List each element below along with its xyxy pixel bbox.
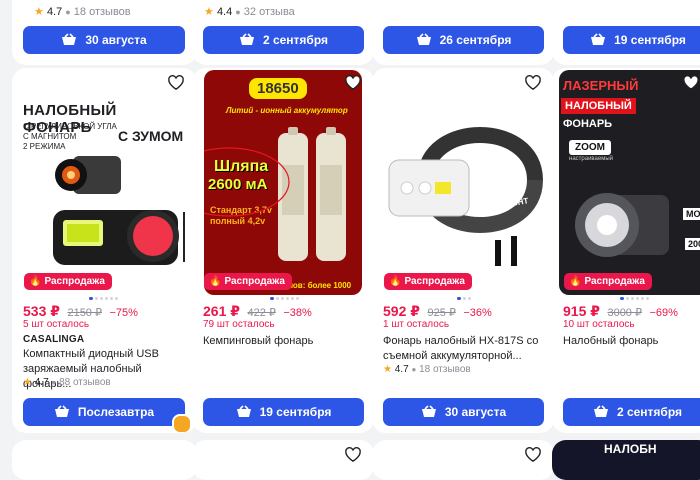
sale-badge: 🔥 Распродажа <box>384 273 472 290</box>
product-card[interactable]: НАЛОБНЫЙ ФОНАРЬ С РЕГУЛИРОВКОЙ УГЛА С МА… <box>12 68 197 433</box>
sale-badge: 🔥 Распродажа <box>24 273 112 290</box>
image-zoom-label: ZOOM <box>569 140 611 155</box>
product-card[interactable]: ★ 4.4 ● 32 отзыва 2 сентября <box>192 0 374 65</box>
stock-left: 5 шт осталось <box>23 319 90 330</box>
fire-icon: 🔥 <box>29 276 42 287</box>
product-card[interactable] <box>372 440 554 480</box>
favorite-heart-icon[interactable] <box>682 74 700 90</box>
rating-row: ★ 4.7 ● 18 отзывов <box>383 364 471 375</box>
cart-icon <box>421 405 436 417</box>
fire-icon: 🔥 <box>569 276 582 287</box>
image-subline: С РЕГУЛИРОВКОЙ УГЛА <box>23 122 117 131</box>
star-icon: ★ <box>383 364 392 375</box>
comment-icon: ● <box>65 7 71 17</box>
cart-icon <box>239 33 254 45</box>
stock-left: 1 шт осталось <box>383 319 450 330</box>
product-card[interactable]: 19 сентября <box>552 0 700 65</box>
product-image[interactable]: ЛАЗЕРНЫЙ НАЛОБНЫЙ ФОНАРЬ ZOOM настраивае… <box>559 70 700 295</box>
image-headline-3: ФОНАРЬ <box>563 118 613 130</box>
cart-icon <box>236 405 251 417</box>
product-card[interactable] <box>192 440 374 480</box>
star-icon: ★ <box>23 377 32 388</box>
delivery-button[interactable]: Послезавтра <box>23 398 185 426</box>
assistant-badge-icon[interactable] <box>172 414 192 433</box>
delivery-button[interactable]: 19 сентября <box>563 26 700 54</box>
product-card[interactable]: 18650 Литий - ионный аккумулятор Шляпа 2… <box>192 68 374 433</box>
image-zoom-sub: настраиваемый <box>569 156 614 162</box>
image-arc-label: Литий - ионный аккумулятор <box>226 106 348 115</box>
stock-left: 79 шт осталось <box>203 319 275 330</box>
favorite-heart-icon[interactable] <box>344 74 362 90</box>
cart-icon <box>54 405 69 417</box>
image-pager[interactable] <box>383 297 544 300</box>
rating-row: ★ 4.7 ● 88 отзывов <box>23 377 111 388</box>
product-image[interactable]: НАЛОБНЫЙ ФОНАРЬ С РЕГУЛИРОВКОЙ УГЛА С МА… <box>23 70 185 295</box>
image-zoom-label: С ЗУМОМ <box>118 128 184 144</box>
comment-icon: ● <box>235 7 241 17</box>
rating-row: ★ 4.4 ● 32 отзыва <box>204 6 295 18</box>
delivery-button[interactable]: 26 сентября <box>383 26 544 54</box>
image-pager[interactable] <box>204 297 365 300</box>
annotation-circle <box>204 147 290 217</box>
product-card[interactable]: НАЛОБН <box>552 440 700 480</box>
brand-name[interactable]: CASALINGA <box>23 334 84 345</box>
favorite-heart-icon[interactable] <box>344 446 362 462</box>
sale-badge: 🔥 Распродажа <box>564 273 652 290</box>
delivery-button[interactable]: 30 августа <box>383 398 544 426</box>
image-pager[interactable] <box>559 297 700 300</box>
product-card[interactable]: ЛАЗЕРНЫЙ НАЛОБНЫЙ ФОНАРЬ ZOOM настраивае… <box>552 68 700 433</box>
comment-icon: ● <box>51 378 57 387</box>
comment-icon: ● <box>411 365 417 374</box>
product-image[interactable]: LED HEADLIGHT <box>383 70 543 295</box>
image-side-label: 200 <box>685 238 700 250</box>
stock-left: 10 шт осталось <box>563 319 635 330</box>
cart-icon <box>62 33 77 45</box>
sale-badge: 🔥 Распродажа <box>204 273 292 290</box>
product-card[interactable]: LED HEADLIGHT 🔥 Распродажа 592 ₽ 925 ₽ −… <box>372 68 554 433</box>
product-title[interactable]: Фонарь налобный НХ-817S со съемной аккум… <box>383 334 543 364</box>
cart-icon <box>591 33 606 45</box>
image-subline: С МАГНИТОМ <box>23 132 77 141</box>
product-card[interactable]: ★ 4.7 ● 18 отзывов 30 августа <box>12 0 197 65</box>
delivery-button[interactable]: 30 августа <box>23 26 185 54</box>
flashlight-illustration <box>575 193 669 257</box>
delivery-button[interactable]: 2 сентября <box>203 26 364 54</box>
fire-icon: 🔥 <box>209 276 222 287</box>
image-pager[interactable] <box>23 297 184 300</box>
favorite-heart-icon[interactable] <box>167 74 185 90</box>
delivery-button[interactable]: 2 сентября <box>563 398 700 426</box>
image-side-label: МОЩ <box>683 208 700 220</box>
image-headline-2: НАЛОБНЫЙ <box>561 98 636 114</box>
star-icon: ★ <box>34 6 44 18</box>
image-headline-laser: ЛАЗЕРНЫЙ <box>563 78 639 93</box>
product-title[interactable]: Налобный фонарь <box>563 334 700 349</box>
delivery-button[interactable]: 19 сентября <box>203 398 364 426</box>
favorite-heart-icon[interactable] <box>524 446 542 462</box>
image-top-label: 18650 <box>249 78 307 99</box>
cart-icon <box>416 33 431 45</box>
favorite-heart-icon[interactable] <box>524 74 542 90</box>
product-title[interactable]: Кемпинговый фонарь <box>203 334 363 349</box>
cart-icon <box>593 405 608 417</box>
product-image[interactable]: 18650 Литий - ионный аккумулятор Шляпа 2… <box>204 70 362 295</box>
product-card[interactable]: 26 сентября <box>372 0 554 65</box>
rating-row: ★ 4.7 ● 18 отзывов <box>34 6 131 18</box>
fire-icon: 🔥 <box>389 276 402 287</box>
star-icon: ★ <box>204 6 214 18</box>
bottom-banner-text: НАЛОБН <box>604 442 657 456</box>
product-card[interactable] <box>12 440 197 480</box>
